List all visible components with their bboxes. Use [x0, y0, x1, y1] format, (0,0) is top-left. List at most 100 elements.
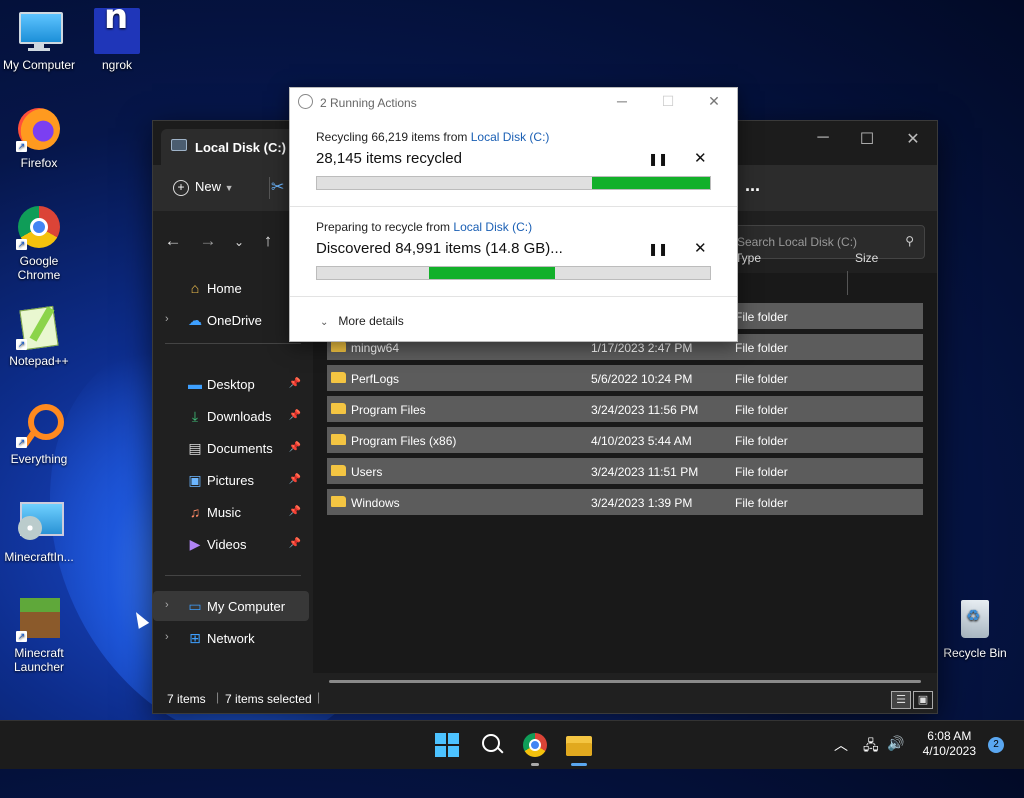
- indeterminate-progress-bar: [316, 266, 711, 280]
- operation-preparing: Preparing to recycle from Local Disk (C:…: [290, 206, 737, 294]
- folder-icon: [331, 372, 346, 383]
- minimize-icon[interactable]: ─: [607, 93, 637, 109]
- column-header-type[interactable]: Type: [735, 251, 761, 265]
- pin-icon: 📌: [288, 538, 301, 549]
- desktop-icon-label: Everything: [10, 452, 68, 466]
- pin-icon: 📌: [288, 474, 301, 485]
- sidebar-item-music[interactable]: ♫ Music 📌: [153, 497, 309, 527]
- folder-icon: [331, 341, 346, 352]
- file-explorer-icon[interactable]: [565, 731, 593, 759]
- column-divider: [847, 271, 848, 295]
- more-options-icon[interactable]: ...: [745, 175, 760, 196]
- grass-block-icon: ↗: [16, 596, 62, 642]
- recent-locations-icon[interactable]: ⌄: [227, 235, 251, 249]
- sidebar-item-desktop[interactable]: ▬ Desktop 📌: [153, 369, 309, 399]
- row-name: Users: [351, 465, 383, 479]
- desktop-icon-minecraft-launcher[interactable]: ↗ Minecraft Launcher: [1, 596, 77, 674]
- desktop-icon-my-computer[interactable]: My Computer: [1, 8, 77, 72]
- forward-icon[interactable]: →: [196, 231, 220, 251]
- table-row[interactable]: Windows 3/24/2023 1:39 PM File folder: [327, 489, 923, 515]
- sidebar-item-pictures[interactable]: ▣ Pictures 📌: [153, 465, 309, 495]
- running-actions-dialog: 2 Running Actions ─ ☐ ✕ Recycling 66,219…: [289, 87, 738, 342]
- maximize-icon[interactable]: ☐: [653, 93, 683, 110]
- row-date: 3/24/2023 1:39 PM: [591, 496, 693, 510]
- progress-marquee: [429, 267, 555, 279]
- desktop-icon-label: Recycle Bin: [943, 646, 1007, 660]
- row-date: 1/17/2023 2:47 PM: [591, 341, 693, 355]
- row-name: Program Files (x86): [351, 434, 457, 448]
- pin-icon: 📌: [288, 442, 301, 453]
- notification-badge[interactable]: 2: [988, 737, 1004, 753]
- chrome-icon: ↗: [16, 204, 62, 250]
- sidebar-item-downloads[interactable]: ⤓ Downloads 📌: [153, 401, 309, 431]
- desktop-icon-chrome[interactable]: ↗ Google Chrome: [1, 204, 77, 282]
- back-icon[interactable]: ←: [161, 231, 185, 251]
- desktop-icon-recycle-bin[interactable]: ♻ Recycle Bin: [937, 596, 1013, 660]
- search-icon[interactable]: [478, 731, 506, 759]
- table-row[interactable]: Program Files (x86) 4/10/2023 5:44 AM Fi…: [327, 427, 923, 453]
- details-view-icon[interactable]: ☰: [891, 691, 911, 709]
- row-date: 3/24/2023 11:56 PM: [591, 403, 699, 417]
- volume-icon[interactable]: 🔊: [887, 735, 904, 752]
- show-hidden-icons[interactable]: ︿: [834, 735, 848, 755]
- close-icon[interactable]: ✕: [891, 129, 935, 149]
- chrome-icon[interactable]: [521, 731, 549, 759]
- desktop-icon-label: Notepad++: [9, 354, 69, 368]
- table-row[interactable]: PerfLogs 5/6/2022 10:24 PM File folder: [327, 365, 923, 391]
- row-type: File folder: [735, 434, 788, 448]
- minimize-icon[interactable]: ─: [801, 129, 845, 147]
- drive-icon: [171, 139, 187, 151]
- sidebar-item-label: My Computer: [207, 599, 286, 614]
- column-header-size[interactable]: Size: [855, 251, 878, 265]
- operation-description: Preparing to recycle from Local Disk (C:…: [316, 220, 532, 234]
- close-icon[interactable]: ✕: [699, 93, 729, 110]
- desktop-icon-notepadpp[interactable]: ↗ Notepad++: [1, 304, 77, 368]
- sidebar-item-home[interactable]: ⌂ Home: [153, 273, 309, 303]
- folder-icon: [331, 403, 346, 414]
- tiles-view-icon[interactable]: ▣: [913, 691, 933, 709]
- folder-icon: [331, 465, 346, 476]
- new-button[interactable]: + New ▼: [173, 179, 234, 196]
- desktop-icon-ngrok[interactable]: n ngrok: [79, 0, 155, 72]
- operation-status: Discovered 84,991 items (14.8 GB)...: [316, 240, 563, 257]
- desktop-icon-everything[interactable]: ↗ Everything: [1, 402, 77, 466]
- maximize-icon[interactable]: ☐: [845, 129, 889, 149]
- cancel-icon[interactable]: ✕: [694, 149, 707, 167]
- network-icon: ⊞: [189, 630, 201, 646]
- sidebar-item-videos[interactable]: ▶ Videos 📌: [153, 529, 309, 559]
- start-icon[interactable]: [433, 731, 461, 759]
- sidebar-item-label: Network: [207, 631, 255, 646]
- chevron-down-icon: ⌄: [320, 317, 329, 328]
- desktop-icon-firefox[interactable]: ↗ Firefox: [1, 106, 77, 170]
- source-link[interactable]: Local Disk (C:): [471, 130, 550, 144]
- row-type: File folder: [735, 372, 788, 386]
- pause-icon[interactable]: ❚❚: [648, 242, 668, 256]
- row-name: PerfLogs: [351, 372, 400, 386]
- table-row[interactable]: Program Files 3/24/2023 11:56 PM File fo…: [327, 396, 923, 422]
- horizontal-scrollbar[interactable]: [329, 680, 921, 683]
- sidebar-item-my-computer[interactable]: › ▭ My Computer: [153, 591, 309, 621]
- sidebar-item-documents[interactable]: ▤ Documents 📌: [153, 433, 309, 463]
- up-icon[interactable]: ↑: [256, 231, 280, 251]
- pause-icon[interactable]: ❚❚: [648, 152, 668, 166]
- network-icon[interactable]: 🖧: [863, 735, 879, 759]
- sidebar-item-onedrive[interactable]: › ☁ OneDrive: [153, 305, 309, 335]
- video-icon: ▶: [189, 536, 201, 552]
- table-row[interactable]: Users 3/24/2023 11:51 PM File folder: [327, 458, 923, 484]
- document-icon: ▤: [188, 440, 202, 456]
- cut-icon[interactable]: ✂: [271, 177, 284, 197]
- more-details-button[interactable]: ⌄ More details: [320, 314, 404, 328]
- sidebar-item-network[interactable]: › ⊞ Network: [153, 623, 309, 653]
- desktop-icon-label: ngrok: [101, 58, 133, 72]
- source-link[interactable]: Local Disk (C:): [453, 220, 532, 234]
- cancel-icon[interactable]: ✕: [694, 239, 707, 257]
- dialog-title: 2 Running Actions: [320, 96, 417, 110]
- operation-description: Recycling 66,219 items from Local Disk (…: [316, 130, 549, 144]
- pin-icon: 📌: [288, 378, 301, 389]
- system-clock[interactable]: 6:08 AM 4/10/2023: [923, 729, 976, 759]
- desktop-icon-minecraft-installer[interactable]: MinecraftIn...: [1, 500, 77, 564]
- running-indicator: [531, 763, 539, 766]
- sidebar-item-label: Desktop: [207, 377, 255, 392]
- chevron-right-icon: ›: [165, 599, 169, 611]
- selected-count: 7 items selected: [225, 692, 312, 706]
